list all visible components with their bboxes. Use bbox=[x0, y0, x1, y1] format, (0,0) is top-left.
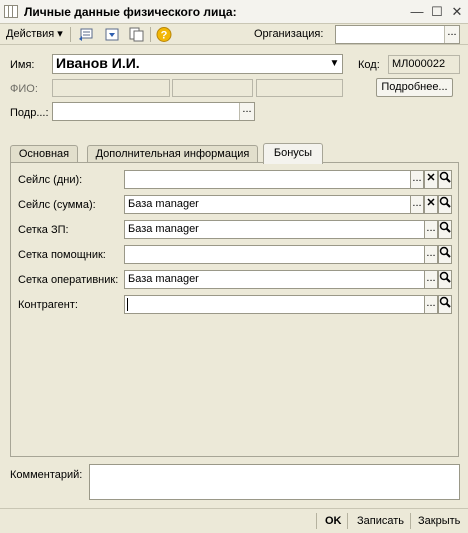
operative-grid-select-button[interactable]: ... bbox=[424, 270, 438, 289]
dept-select-button[interactable]: ... bbox=[239, 103, 254, 120]
fio-patronymic-field bbox=[256, 79, 343, 97]
fio-label: ФИО: bbox=[10, 83, 38, 95]
details-button[interactable]: Подробнее... bbox=[376, 78, 453, 97]
tab-additional-info[interactable]: Дополнительная информация bbox=[87, 145, 258, 163]
sales-sum-select-button[interactable]: ... bbox=[410, 195, 424, 214]
ok-button[interactable]: OK bbox=[325, 515, 342, 527]
save-button[interactable]: Записать bbox=[357, 515, 404, 527]
toolbar-separator bbox=[70, 27, 71, 42]
window-title: Личные данные физического лица: bbox=[24, 5, 237, 19]
org-select-button[interactable]: ... bbox=[444, 26, 459, 43]
tab-main[interactable]: Основная bbox=[10, 145, 78, 163]
search-icon[interactable] bbox=[438, 195, 452, 214]
fio-name-field bbox=[172, 79, 253, 97]
copy-doc-icon[interactable] bbox=[128, 27, 144, 42]
search-icon[interactable] bbox=[438, 245, 452, 264]
comment-field[interactable] bbox=[89, 464, 460, 500]
footer-separator bbox=[410, 513, 411, 529]
toolbar: Действия ▾ ? Организация: ... bbox=[0, 24, 468, 45]
salary-grid-select-button[interactable]: ... bbox=[424, 220, 438, 239]
maximize-icon[interactable]: ☐ bbox=[428, 3, 446, 20]
minimize-icon[interactable]: — bbox=[408, 3, 426, 20]
operative-grid-field[interactable]: База manager bbox=[124, 270, 425, 289]
clear-icon[interactable]: ✕ bbox=[424, 170, 438, 189]
tab-bonuses[interactable]: Бонусы bbox=[263, 143, 323, 164]
code-value: МЛ000022 bbox=[392, 58, 446, 70]
sales-days-field[interactable] bbox=[124, 170, 411, 189]
name-field[interactable]: Иванов И.И. ▼ bbox=[52, 54, 343, 74]
assistant-grid-label: Сетка помощник: bbox=[18, 249, 106, 261]
actions-label: Действия bbox=[6, 28, 55, 40]
assistant-grid-field[interactable] bbox=[124, 245, 425, 264]
name-value: Иванов И.И. bbox=[56, 55, 140, 71]
dropdown-arrow-icon: ▾ bbox=[57, 28, 63, 40]
close-button[interactable]: Закрыть bbox=[418, 515, 460, 527]
search-icon[interactable] bbox=[438, 270, 452, 289]
assistant-grid-select-button[interactable]: ... bbox=[424, 245, 438, 264]
title-bar: Личные данные физического лица: — ☐ ✕ bbox=[0, 0, 468, 24]
org-label: Организация: bbox=[254, 28, 324, 40]
list-back-icon[interactable] bbox=[78, 27, 94, 42]
search-icon[interactable] bbox=[438, 295, 452, 314]
close-icon[interactable]: ✕ bbox=[448, 3, 466, 20]
code-field: МЛ000022 bbox=[388, 55, 460, 74]
help-icon[interactable]: ? bbox=[156, 27, 172, 42]
clear-icon[interactable]: ✕ bbox=[424, 195, 438, 214]
search-icon[interactable] bbox=[438, 220, 452, 239]
footer-separator bbox=[316, 513, 317, 529]
fio-surname-field bbox=[52, 79, 170, 97]
code-label: Код: bbox=[358, 59, 380, 71]
sales-days-select-button[interactable]: ... bbox=[410, 170, 424, 189]
counterparty-select-button[interactable]: ... bbox=[424, 295, 438, 314]
search-icon[interactable] bbox=[438, 170, 452, 189]
help-glyph: ? bbox=[161, 30, 168, 42]
org-field[interactable]: ... bbox=[335, 25, 460, 44]
footer-separator bbox=[347, 513, 348, 529]
sales-sum-field[interactable]: База manager bbox=[124, 195, 411, 214]
toolbar-separator bbox=[150, 27, 151, 42]
salary-grid-value: База manager bbox=[128, 223, 199, 235]
dept-label: Подр...: bbox=[10, 107, 49, 119]
window-icon bbox=[4, 5, 18, 18]
operative-grid-value: База manager bbox=[128, 273, 199, 285]
operative-grid-label: Сетка оперативник: bbox=[18, 274, 119, 286]
reread-icon[interactable] bbox=[104, 27, 120, 42]
name-label: Имя: bbox=[10, 59, 35, 71]
chevron-down-icon[interactable]: ▼ bbox=[327, 55, 342, 73]
text-cursor bbox=[127, 298, 128, 311]
actions-menu[interactable]: Действия ▾ bbox=[6, 26, 63, 43]
dept-field[interactable]: ... bbox=[52, 102, 255, 121]
counterparty-label: Контрагент: bbox=[18, 299, 78, 311]
sales-days-label: Сейлс (дни): bbox=[18, 174, 83, 186]
sales-sum-value: База manager bbox=[128, 198, 199, 210]
comment-label: Комментарий: bbox=[10, 469, 83, 481]
salary-grid-field[interactable]: База manager bbox=[124, 220, 425, 239]
salary-grid-label: Сетка ЗП: bbox=[18, 224, 69, 236]
footer-bar: OK Записать Закрыть bbox=[0, 508, 468, 533]
sales-sum-label: Сейлс (сумма): bbox=[18, 199, 96, 211]
counterparty-field[interactable] bbox=[124, 295, 425, 314]
